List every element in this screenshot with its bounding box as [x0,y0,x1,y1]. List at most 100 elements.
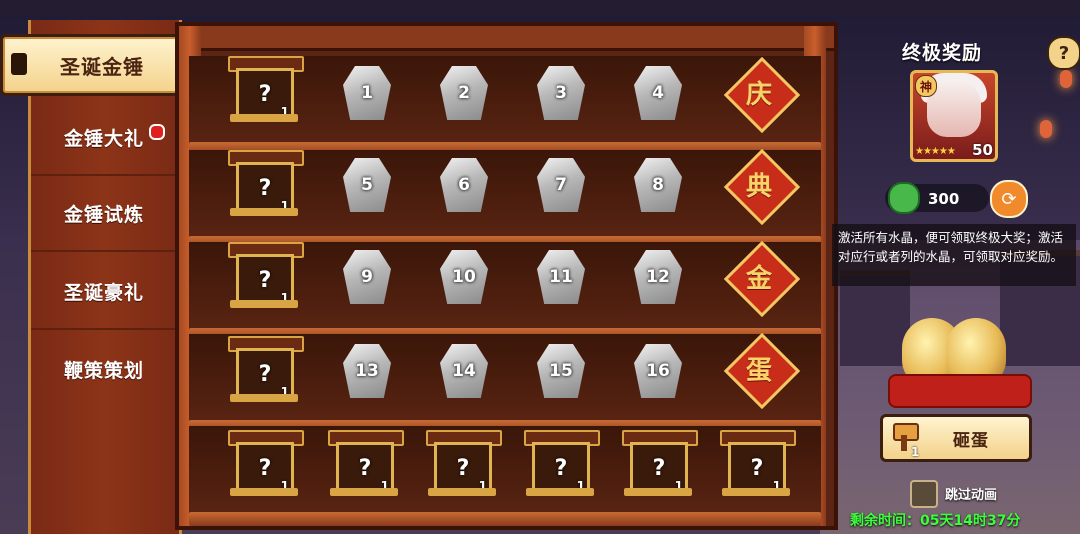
crystal-number: 3 [555,83,567,103]
ultimate-reward-title: 终极奖励 [902,42,983,64]
crystal-number: 9 [361,267,373,287]
crystal-number: 10 [452,267,476,287]
box-base [526,488,594,496]
smash-egg-label: 砸蛋 [953,430,989,451]
menu-item-label: 金锤试炼 [63,203,144,226]
crystal[interactable]: 16 [634,344,682,398]
top-strip [0,0,1080,16]
mystery-icon: ? [358,455,372,481]
box-body: ? 1 [236,68,294,120]
hammer-handle [901,435,907,451]
menu-item-golden-hammer-trial[interactable]: 金锤试炼 [31,176,177,252]
skip-animation-checkbox[interactable] [910,480,938,508]
menu-item-label: 鞭策策划 [63,359,144,382]
crystal[interactable]: 6 [440,158,488,212]
box-body: ? 1 [728,442,786,494]
box-body: ? 1 [532,442,590,494]
crystal[interactable]: 4 [634,66,682,120]
box-base [330,488,398,496]
crystal[interactable]: 9 [343,250,391,304]
column-reward-box[interactable]: ? 1 [328,430,404,496]
crystal[interactable]: 15 [537,344,585,398]
box-body: ? 1 [630,442,688,494]
shelf-top [179,26,834,51]
crystal-number: 8 [652,175,664,195]
crystal[interactable]: 14 [440,344,488,398]
column-reward-box[interactable]: ? 1 [524,430,600,496]
crystal-number: 16 [646,361,670,381]
row-reward-box[interactable]: ? 1 [228,336,304,402]
lantern-decoration [1040,120,1052,138]
crystal[interactable]: 2 [440,66,488,120]
hammer-icon: 1 [889,419,919,459]
box-body: ? 1 [236,442,294,494]
crystal[interactable]: 10 [440,250,488,304]
skip-animation-label: 跳过动画 [945,488,998,503]
crystal[interactable]: 1 [343,66,391,120]
box-base [428,488,496,496]
crystal[interactable]: 11 [537,250,585,304]
crystal[interactable]: 8 [634,158,682,212]
box-body: ? 1 [434,442,492,494]
crystal[interactable]: 13 [343,344,391,398]
mystery-icon: ? [258,267,272,293]
currency-value: 300 [928,190,960,208]
menu-item-label: 圣诞豪礼 [63,281,144,304]
crystal[interactable]: 12 [634,250,682,304]
crystal-number: 12 [646,267,670,287]
mystery-icon: ? [258,175,272,201]
mystery-icon: ? [258,81,272,107]
side-menu: 金锤大礼 金锤试炼 圣诞豪礼 鞭策策划 [28,20,182,534]
row-reward-box[interactable]: ? 1 [228,242,304,308]
tile-character: 庆 [745,79,772,110]
crystal[interactable]: 5 [343,158,391,212]
crystal-number: 2 [458,83,470,103]
notification-dot [149,124,165,140]
menu-selected-label: 圣诞金锤 [60,54,144,79]
mystery-icon: ? [652,455,666,481]
crystal[interactable]: 7 [537,158,585,212]
crystal-number: 4 [652,83,664,103]
row-reward-box[interactable]: ? 1 [228,56,304,122]
refresh-button[interactable]: ⟳ [990,180,1028,218]
column-reward-box[interactable]: ? 1 [426,430,502,496]
menu-item-plan[interactable]: 鞭策策划 [31,332,177,406]
time-remaining: 剩余时间：05天14时37分 [850,513,1021,529]
crystal-number: 6 [458,175,470,195]
crystal-number: 1 [361,83,373,103]
jade-currency-icon [888,182,920,214]
box-body: ? 1 [336,442,394,494]
box-base [624,488,692,496]
row-reward-box[interactable]: ? 1 [228,150,304,216]
box-base [230,488,298,496]
box-base [230,300,298,308]
smash-egg-button[interactable]: 1 砸蛋 [880,414,1032,462]
crystal-number: 14 [452,361,476,381]
mystery-icon: ? [750,455,764,481]
refresh-icon: ⟳ [1001,188,1017,210]
hammer-count: 1 [911,445,920,459]
crystal-number: 7 [555,175,567,195]
box-body: ? 1 [236,162,294,214]
hero-stars: ★★★★★ [915,146,956,157]
tile-character: 典 [745,171,772,202]
mystery-icon: ? [554,455,568,481]
crystal[interactable]: 3 [537,66,585,120]
crystal-number: 13 [355,361,379,381]
column-reward-box[interactable]: ? 1 [228,430,304,496]
box-body: ? 1 [236,348,294,400]
tile-character: 蛋 [745,355,772,386]
shelf-board [189,512,821,526]
box-base [230,208,298,216]
diagonal-reward-box[interactable]: ? 1 [720,430,796,496]
menu-item-golden-hammer-gift[interactable]: 金锤大礼 [31,100,177,176]
column-reward-box[interactable]: ? 1 [622,430,698,496]
hero-reward-card[interactable]: 神 ★★★★★ 50 [910,70,998,162]
menu-item-christmas-golden-hammer[interactable]: 圣诞金锤 [0,34,204,96]
golden-egg [888,318,1032,418]
mystery-icon: ? [258,361,272,387]
crystal-number: 15 [549,361,573,381]
menu-item-christmas-gift[interactable]: 圣诞豪礼 [31,254,177,330]
crystal-number: 11 [549,267,573,287]
help-button[interactable]: ? [1047,36,1080,70]
